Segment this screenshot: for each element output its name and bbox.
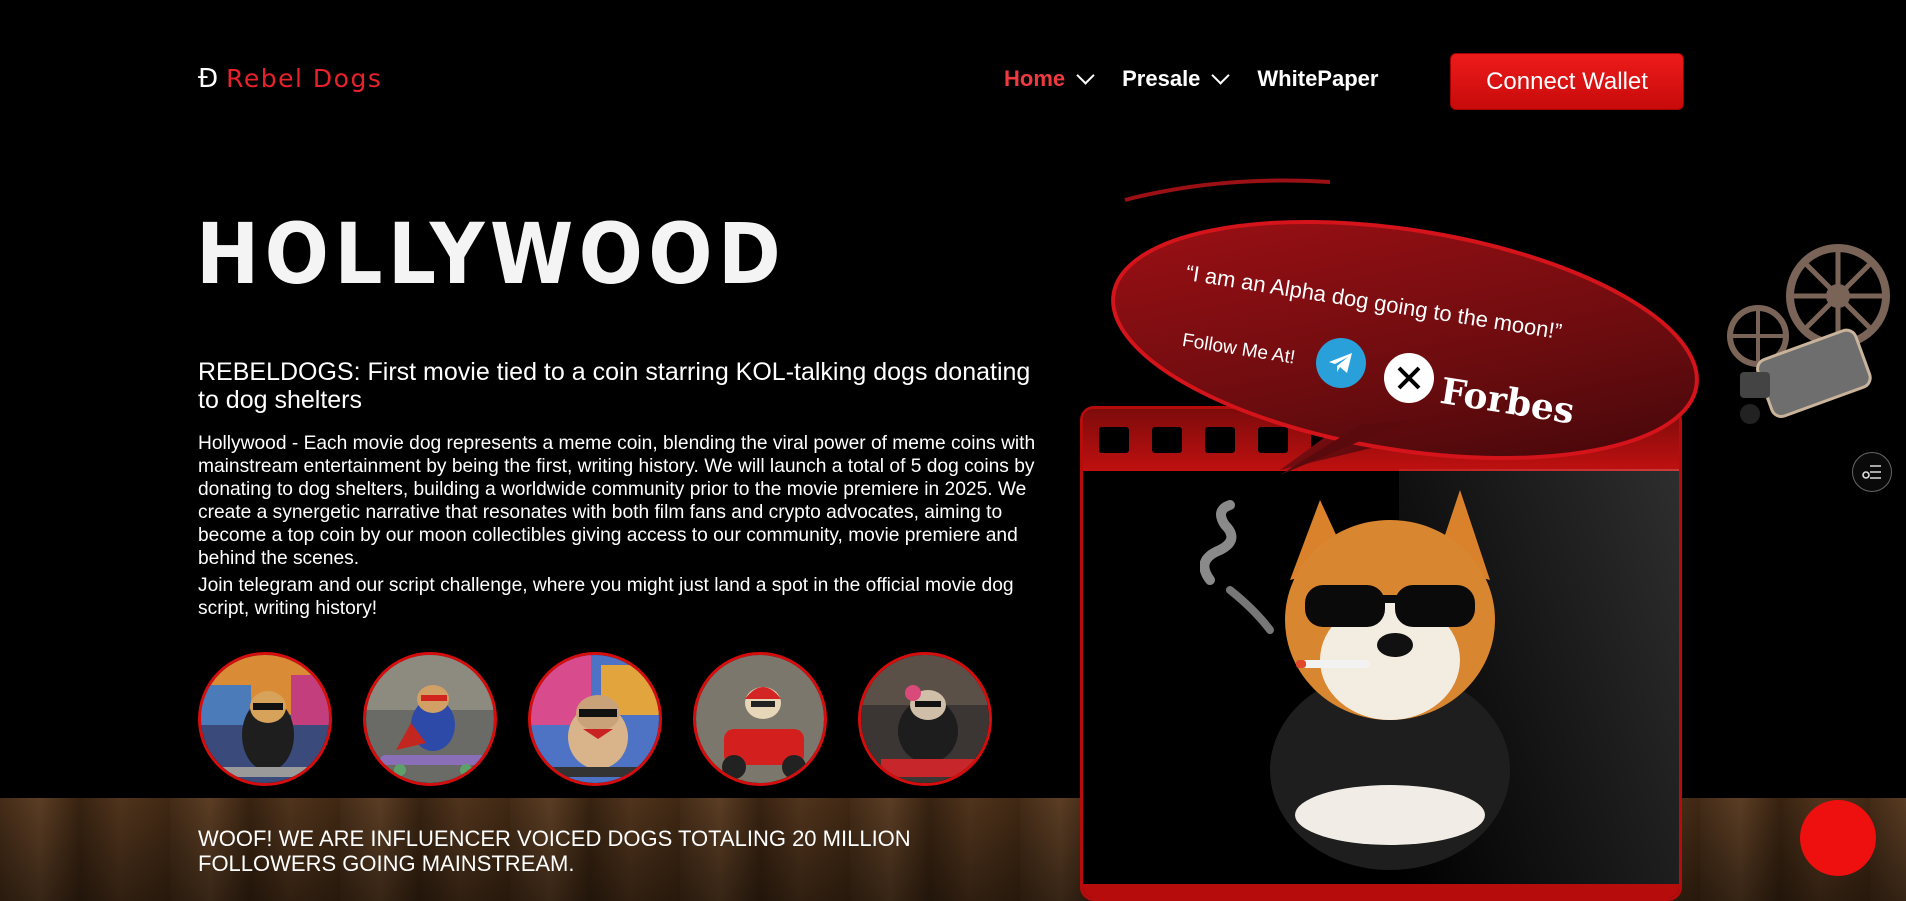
hero-description: Hollywood - Each movie dog represents a …: [198, 433, 1036, 569]
chevron-down-icon: [1076, 65, 1095, 85]
settings-list-icon[interactable]: [1852, 452, 1892, 492]
logo-mark-icon: Đ: [198, 63, 219, 94]
nav-item-presale[interactable]: Presale: [1122, 65, 1231, 92]
logo[interactable]: Đ Rebel Dogs: [198, 64, 382, 93]
chat-launcher-button[interactable]: [1800, 800, 1876, 876]
nav-presale-label: Presale: [1122, 66, 1201, 91]
main-nav: Home Presale WhitePaper: [1004, 65, 1408, 92]
telegram-icon[interactable]: [1316, 338, 1366, 388]
dog-avatars: [198, 652, 992, 786]
dog-avatar-skateboard[interactable]: [363, 652, 497, 786]
hollywood-title: HOLLYWOOD: [196, 205, 787, 303]
nav-whitepaper-label: WhitePaper: [1257, 66, 1379, 91]
x-icon[interactable]: [1384, 353, 1434, 403]
shiba-dog-illustration: [1200, 490, 1510, 870]
hero-tagline: REBELDOGS: First movie tied to a coin st…: [198, 358, 1031, 414]
dog-avatar-graffiti[interactable]: [198, 652, 332, 786]
influencer-banner-text: WOOF! WE ARE INFLUENCER VOICED DOGS TOTA…: [198, 826, 911, 876]
dog-avatar-bulldog[interactable]: [528, 652, 662, 786]
dog-avatar-racer[interactable]: [693, 652, 827, 786]
chevron-down-icon: [1211, 65, 1231, 85]
logo-text: Rebel Dogs: [226, 64, 383, 93]
film-strip-bottom: [1083, 884, 1679, 898]
hero-cta-text: Join telegram and our script challenge, …: [198, 575, 1014, 619]
nav-item-home[interactable]: Home: [1004, 65, 1095, 92]
connect-wallet-button[interactable]: Connect Wallet: [1450, 53, 1684, 110]
nav-home-label: Home: [1004, 66, 1066, 91]
film-projector-icon: [1727, 244, 1890, 424]
nav-item-whitepaper[interactable]: WhitePaper: [1257, 66, 1378, 92]
dog-avatar-garage[interactable]: [858, 652, 992, 786]
